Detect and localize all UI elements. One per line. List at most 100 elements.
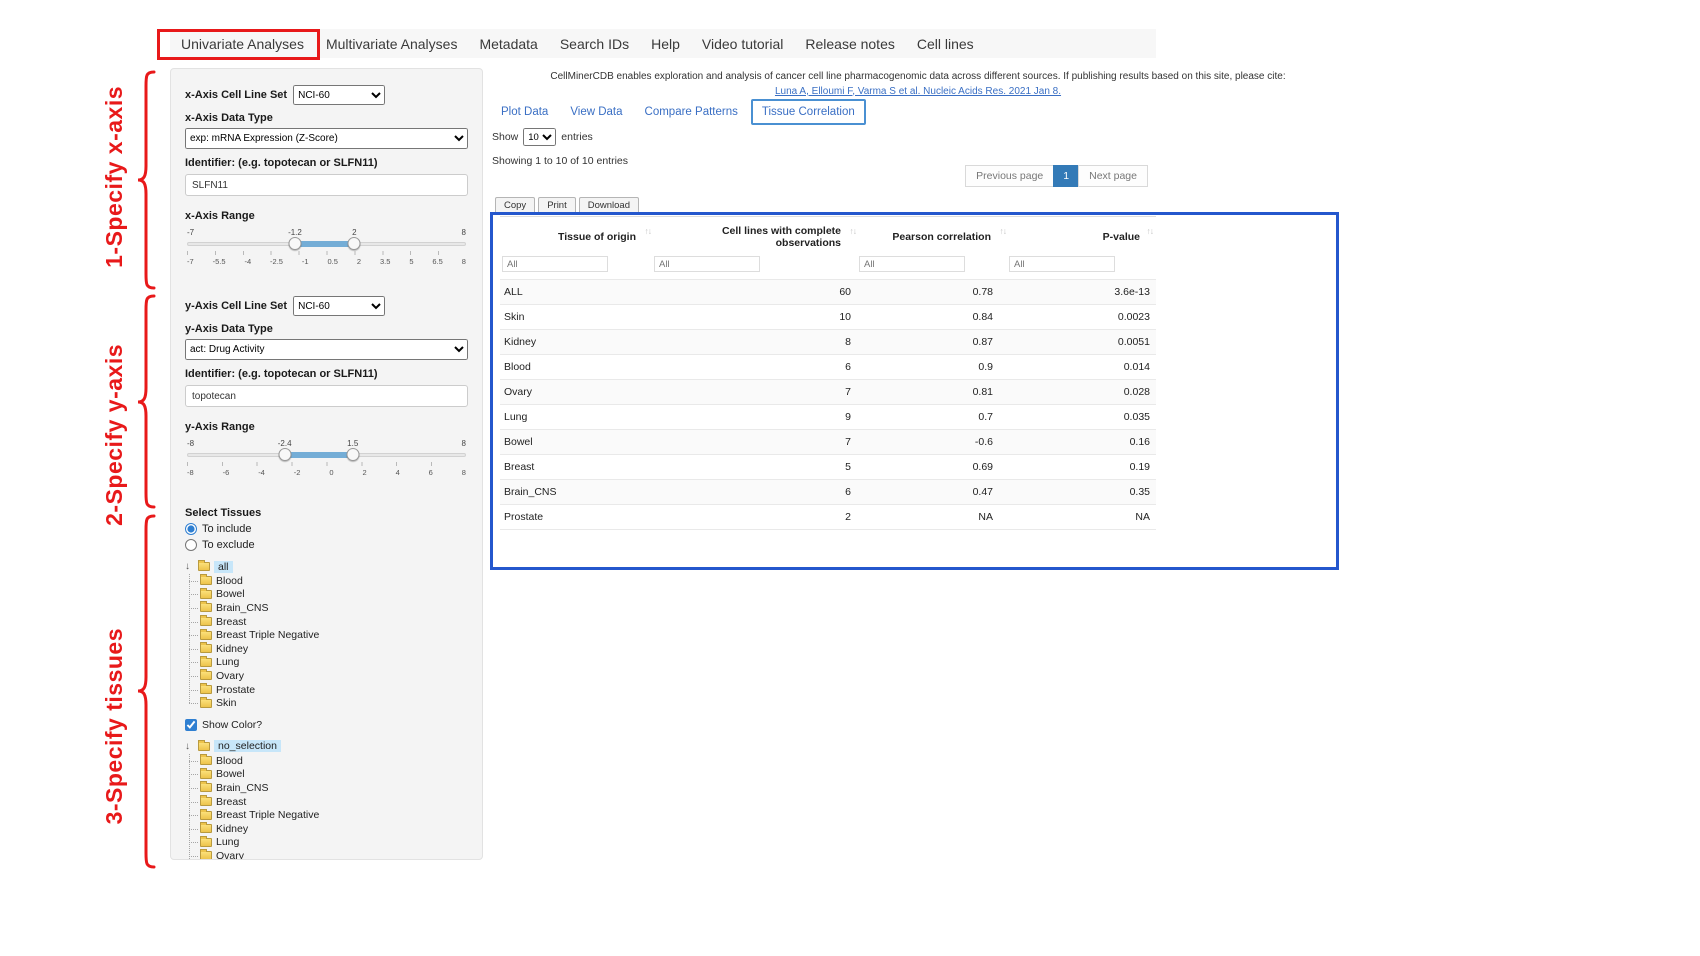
result-tab[interactable]: Compare Patterns: [636, 101, 747, 123]
folder-icon: [200, 824, 212, 833]
cell-lines-cell: 6: [654, 480, 859, 505]
table-row[interactable]: Brain_CNS 6 0.47 0.35: [500, 480, 1156, 505]
to-include-radio[interactable]: [185, 523, 197, 535]
tree-item-tissue[interactable]: Ovary: [189, 849, 468, 860]
column-header[interactable]: Pearson correlation ↑↓: [859, 217, 1009, 256]
show-color-row[interactable]: Show Color?: [185, 719, 468, 731]
tree-root-label[interactable]: no_selection: [214, 740, 281, 752]
folder-icon: [200, 603, 212, 612]
result-tabs: Plot DataView DataCompare PatternsTissue…: [492, 99, 866, 125]
tree-item-tissue[interactable]: Prostate: [189, 683, 468, 697]
previous-page-button[interactable]: Previous page: [965, 165, 1054, 187]
column-header[interactable]: P-value↑↓: [1009, 217, 1156, 256]
tissue-cell: Blood: [500, 355, 654, 380]
y-identifier-input[interactable]: [185, 385, 468, 407]
tree-item-tissue[interactable]: Blood: [189, 754, 468, 768]
tree-item-tissue[interactable]: Kidney: [189, 822, 468, 836]
radio-to-exclude[interactable]: To exclude: [185, 539, 468, 551]
tree-expand-icon[interactable]: ↓: [185, 741, 194, 752]
table-row[interactable]: Kidney 8 0.87 0.0051: [500, 330, 1156, 355]
tree-item-tissue[interactable]: Skin: [189, 696, 468, 710]
slider-low-handle[interactable]: [278, 448, 291, 461]
table-row[interactable]: Breast 5 0.69 0.19: [500, 455, 1156, 480]
tree-item-tissue[interactable]: Lung: [189, 656, 468, 670]
filter-pearson-input[interactable]: [859, 256, 965, 272]
nav-tab[interactable]: Multivariate Analyses: [315, 36, 469, 52]
tree-item-tissue[interactable]: Blood: [189, 574, 468, 588]
next-page-button[interactable]: Next page: [1078, 165, 1148, 187]
section-brace-x-axis: [137, 70, 157, 290]
y-data-type-select[interactable]: act: Drug Activity: [185, 339, 468, 360]
filter-pvalue-input[interactable]: [1009, 256, 1115, 272]
table-row[interactable]: Blood 6 0.9 0.014: [500, 355, 1156, 380]
table-row[interactable]: Bowel 7 -0.6 0.16: [500, 430, 1156, 455]
x-cell-line-set-select[interactable]: NCI-60: [293, 85, 385, 105]
tree-expand-icon[interactable]: ↓: [185, 561, 194, 572]
tree-item-tissue[interactable]: Breast Triple Negative: [189, 808, 468, 822]
tree-item-tissue[interactable]: Breast: [189, 615, 468, 629]
tree-item-tissue[interactable]: Bowel: [189, 588, 468, 602]
sort-icon[interactable]: ↑↓: [645, 226, 652, 236]
radio-to-include[interactable]: To include: [185, 523, 468, 535]
table-row[interactable]: ALL 60 0.78 3.6e-13: [500, 280, 1156, 305]
slider-high-handle[interactable]: [348, 237, 361, 250]
show-color-checkbox[interactable]: [185, 719, 197, 731]
slider-low-handle[interactable]: [288, 237, 301, 250]
nav-tab[interactable]: Metadata: [468, 36, 548, 52]
table-row[interactable]: Ovary 7 0.81 0.028: [500, 380, 1156, 405]
nav-tab[interactable]: Search IDs: [549, 36, 640, 52]
tree-item-tissue[interactable]: Breast Triple Negative: [189, 628, 468, 642]
entries-select[interactable]: 10: [523, 128, 556, 146]
tick-label: -2: [294, 468, 301, 477]
tree-item-label: Breast Triple Negative: [216, 629, 319, 641]
sort-icon[interactable]: ↑↓: [1000, 226, 1007, 236]
tree-root-label[interactable]: all: [214, 561, 233, 573]
tree-item-tissue[interactable]: Kidney: [189, 642, 468, 656]
tree-item-tissue[interactable]: Ovary: [189, 669, 468, 683]
folder-icon: [200, 851, 212, 860]
sort-icon[interactable]: ↑↓: [1147, 226, 1154, 236]
nav-tab[interactable]: Help: [640, 36, 691, 52]
citation-link[interactable]: Luna A, Elloumi F, Varma S et al. Nuclei…: [490, 85, 1346, 99]
nav-tab[interactable]: Univariate Analyses: [170, 36, 315, 52]
tree-item-tissue[interactable]: Brain_CNS: [189, 781, 468, 795]
tree-item-label: Bowel: [216, 588, 245, 600]
folder-icon: [198, 562, 210, 571]
x-data-type-select[interactable]: exp: mRNA Expression (Z-Score): [185, 128, 468, 149]
tree-root-all[interactable]: ↓ all: [185, 559, 468, 574]
nav-tab[interactable]: Cell lines: [906, 36, 985, 52]
to-exclude-radio[interactable]: [185, 539, 197, 551]
tissue-cell: Prostate: [500, 505, 654, 530]
x-identifier-input[interactable]: [185, 174, 468, 196]
tree-item-tissue[interactable]: Brain_CNS: [189, 601, 468, 615]
y-range-slider[interactable]: -8 8 -2.4 1.5 -8-6-4-202468: [187, 439, 466, 485]
nav-tab[interactable]: Video tutorial: [691, 36, 794, 52]
table-row[interactable]: Lung 9 0.7 0.035: [500, 405, 1156, 430]
page-1-button[interactable]: 1: [1053, 165, 1079, 187]
column-header[interactable]: Tissue of origin↑↓: [500, 217, 654, 256]
table-row[interactable]: Skin 10 0.84 0.0023: [500, 305, 1156, 330]
slider-high-handle[interactable]: [346, 448, 359, 461]
tree-item-tissue[interactable]: Bowel: [189, 768, 468, 782]
result-tab[interactable]: View Data: [561, 101, 631, 123]
nav-tab[interactable]: Release notes: [794, 36, 906, 52]
column-header-label: Pearson correlation: [892, 231, 991, 243]
result-tab[interactable]: Plot Data: [492, 101, 557, 123]
filter-cell-lines-input[interactable]: [654, 256, 760, 272]
cell-lines-cell: 7: [654, 430, 859, 455]
pearson-cell: NA: [859, 505, 1009, 530]
tick-label: 6.5: [432, 257, 442, 266]
filter-tissue-input[interactable]: [502, 256, 608, 272]
tree-root-no-selection[interactable]: ↓ no_selection: [185, 739, 468, 754]
y-cell-line-set-label: y-Axis Cell Line Set: [185, 300, 287, 312]
column-header[interactable]: Cell lines with complete observations↑↓: [654, 217, 859, 256]
tree-item-tissue[interactable]: Breast: [189, 795, 468, 809]
sort-icon[interactable]: ↑↓: [850, 226, 857, 236]
y-cell-line-set-select[interactable]: NCI-60: [293, 296, 385, 316]
x-range-slider[interactable]: -7 8 -1.2 2 -7-5.5-4-2.5-10.523.556.58: [187, 228, 466, 274]
tree-item-tissue[interactable]: Lung: [189, 836, 468, 850]
x-range-high-value: 2: [352, 228, 356, 237]
result-tab[interactable]: Tissue Correlation: [751, 99, 866, 125]
table-row[interactable]: Prostate 2 NA NA: [500, 505, 1156, 530]
folder-icon: [200, 644, 212, 653]
